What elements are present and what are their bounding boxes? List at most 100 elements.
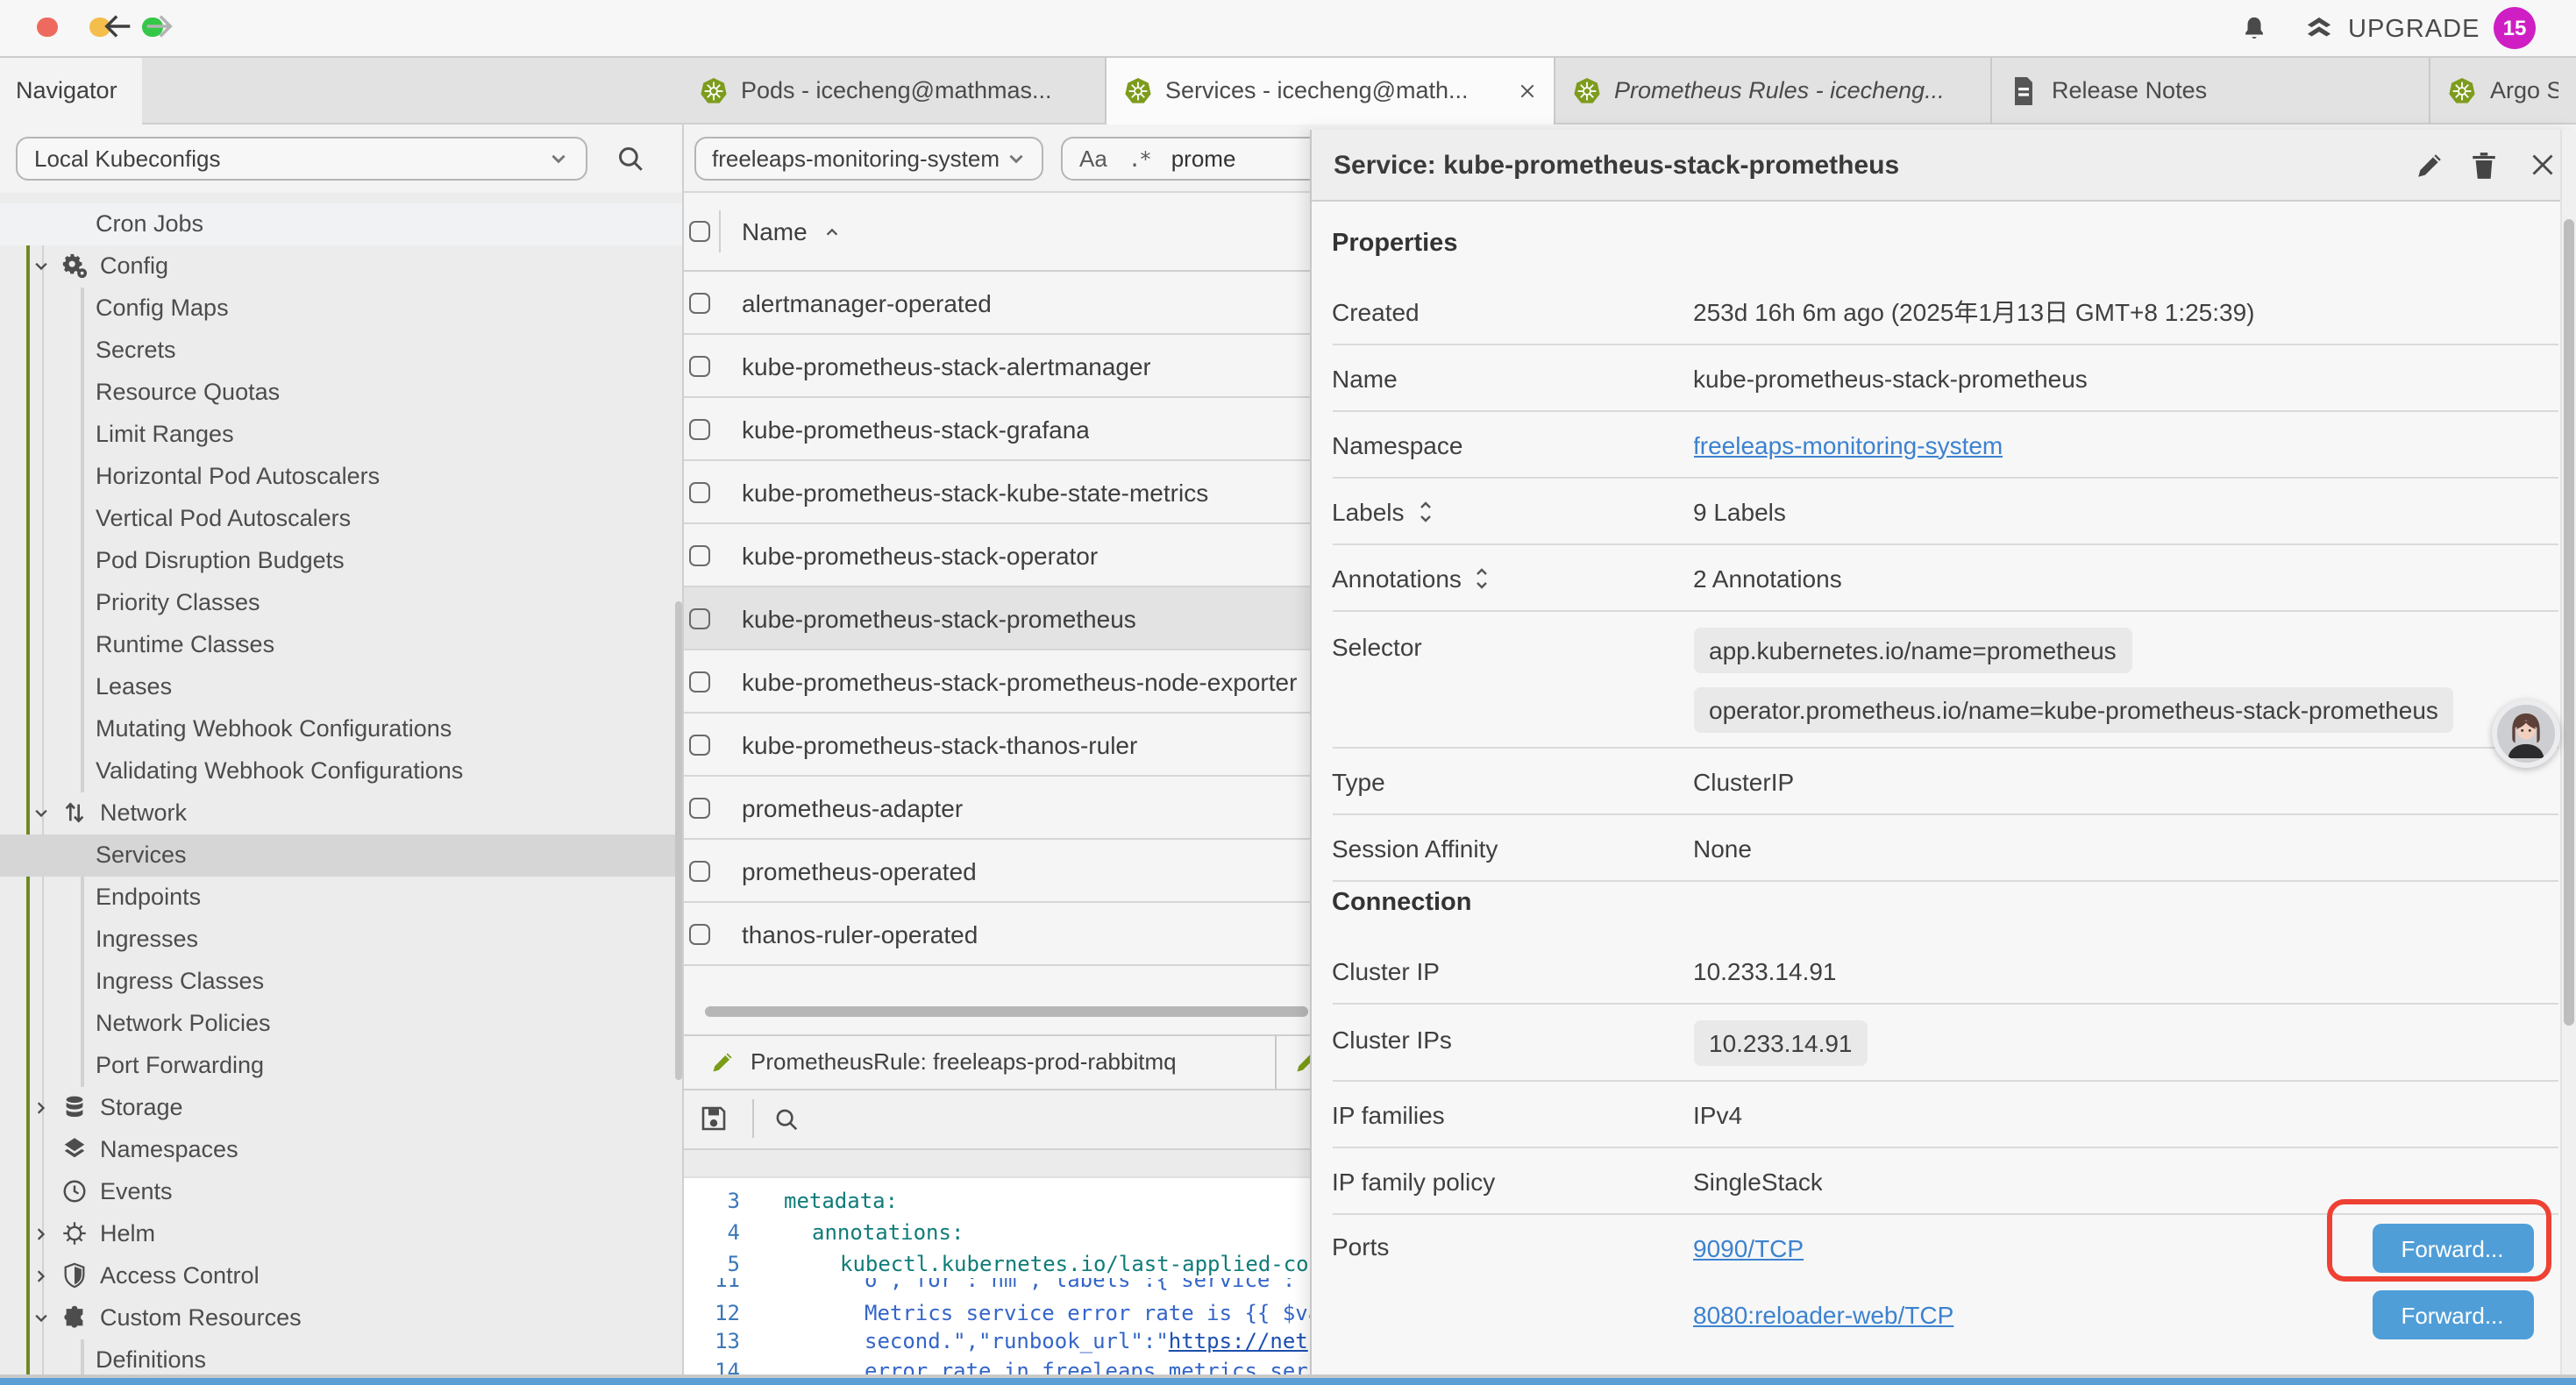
sort-icon[interactable] bbox=[1476, 565, 1490, 590]
table-row-kube-prometheus-stack-alertmanager[interactable]: kube-prometheus-stack-alertmanager bbox=[684, 335, 1309, 398]
chevron-down-icon[interactable] bbox=[30, 804, 53, 821]
tab-release-notes[interactable]: Release Notes bbox=[1992, 58, 2430, 124]
row-checkbox[interactable] bbox=[689, 418, 710, 439]
sidebar-item-validating-webhook-configurations[interactable]: Validating Webhook Configurations bbox=[0, 749, 682, 792]
horizontal-scrollbar-thumb[interactable] bbox=[705, 1005, 1308, 1016]
namespace-link[interactable]: freeleaps-monitoring-system bbox=[1693, 430, 2003, 458]
table-row-kube-prometheus-stack-prometheus[interactable]: kube-prometheus-stack-prometheus bbox=[684, 587, 1309, 650]
close-icon[interactable] bbox=[2530, 153, 2554, 177]
chevron-right-icon[interactable] bbox=[30, 1098, 53, 1116]
sidebar-item-helm[interactable]: Helm bbox=[0, 1212, 682, 1254]
chevron-spacer[interactable] bbox=[30, 1183, 53, 1200]
sort-icon[interactable] bbox=[1419, 499, 1433, 523]
chevron-spacer[interactable] bbox=[30, 1140, 53, 1158]
row-checkbox[interactable] bbox=[689, 860, 710, 881]
row-checkbox[interactable] bbox=[689, 544, 710, 565]
drawer-scrollbar-thumb[interactable] bbox=[2564, 219, 2574, 1026]
account-badge[interactable]: 15 bbox=[2494, 6, 2536, 48]
sidebar-item-custom-resources[interactable]: Custom Resources bbox=[0, 1296, 682, 1339]
code-line[interactable]: 3 metadata: bbox=[684, 1186, 1309, 1214]
sidebar-item-resource-quotas[interactable]: Resource Quotas bbox=[0, 371, 682, 413]
sidebar-item-access-control[interactable]: Access Control bbox=[0, 1254, 682, 1296]
tab-services-icecheng-math[interactable]: Services - icecheng@math... bbox=[1106, 58, 1555, 124]
forward-button[interactable]: Forward... bbox=[2372, 1290, 2533, 1339]
assistant-avatar[interactable] bbox=[2492, 700, 2560, 768]
sidebar-item-definitions[interactable]: Definitions bbox=[0, 1339, 682, 1378]
upgrade-button[interactable]: UPGRADE bbox=[2302, 14, 2480, 44]
table-row-kube-prometheus-stack-kube-state-metrics[interactable]: kube-prometheus-stack-kube-state-metrics bbox=[684, 461, 1309, 524]
window-close-button[interactable] bbox=[37, 17, 57, 37]
search-icon[interactable] bbox=[616, 143, 645, 173]
forward-button[interactable]: Forward... bbox=[2372, 1224, 2533, 1273]
chevron-down-icon[interactable] bbox=[30, 1309, 53, 1326]
sidebar-item-config[interactable]: Config bbox=[0, 245, 682, 287]
editor-tab-prometheusrule[interactable]: PrometheusRule: freeleaps-prod-rabbitmq bbox=[684, 1036, 1276, 1088]
tab-navigator[interactable]: Navigator bbox=[0, 58, 142, 124]
close-tab-icon[interactable] bbox=[1518, 82, 1535, 100]
sidebar-item-services[interactable]: Services bbox=[0, 834, 682, 876]
sidebar-item-cron-jobs[interactable]: Cron Jobs bbox=[0, 202, 682, 245]
back-arrow-icon[interactable] bbox=[102, 12, 135, 40]
editor-tab-next[interactable] bbox=[1276, 1036, 1309, 1088]
regex-toggle[interactable]: .* bbox=[1128, 146, 1150, 171]
notifications-bell-icon[interactable] bbox=[2241, 14, 2267, 42]
edit-pencil-icon[interactable] bbox=[2414, 151, 2444, 181]
sidebar-item-limit-ranges[interactable]: Limit Ranges bbox=[0, 413, 682, 455]
code-line[interactable]: 4 annotations: bbox=[684, 1218, 1309, 1246]
code-line[interactable]: 5 kubectl.kubernetes.io/last-applied-co bbox=[684, 1250, 1309, 1278]
code-line[interactable]: 11 o","for":"nm","labels":{"service": bbox=[684, 1278, 1309, 1294]
table-row-kube-prometheus-stack-thanos-ruler[interactable]: kube-prometheus-stack-thanos-ruler bbox=[684, 714, 1309, 777]
filter-input[interactable]: Aa .* prome bbox=[1060, 137, 1309, 181]
select-all-checkbox[interactable] bbox=[689, 221, 710, 242]
row-checkbox[interactable] bbox=[689, 797, 710, 818]
code-line[interactable]: 12 Metrics service error rate is {{ $va bbox=[684, 1298, 1309, 1326]
sidebar-item-namespaces[interactable]: Namespaces bbox=[0, 1128, 682, 1170]
row-checkbox[interactable] bbox=[689, 481, 710, 502]
find-icon[interactable] bbox=[773, 1106, 800, 1133]
sidebar-item-events[interactable]: Events bbox=[0, 1170, 682, 1212]
row-checkbox[interactable] bbox=[689, 734, 710, 755]
sidebar-item-leases[interactable]: Leases bbox=[0, 665, 682, 707]
sidebar-item-config-maps[interactable]: Config Maps bbox=[0, 287, 682, 329]
chevron-down-icon[interactable] bbox=[30, 257, 53, 274]
namespace-select[interactable]: freeleaps-monitoring-system bbox=[694, 137, 1043, 181]
tab-pods-icecheng-mathmas[interactable]: Pods - icecheng@mathmas... bbox=[681, 58, 1106, 124]
code-line[interactable]: 13 second.","runbook_url":"https://net bbox=[684, 1327, 1309, 1355]
yaml-editor[interactable]: 3 metadata: 4 annotations: 5 kubectl.kub… bbox=[684, 1178, 1309, 1378]
sidebar-item-runtime-classes[interactable]: Runtime Classes bbox=[0, 623, 682, 665]
row-checkbox[interactable] bbox=[689, 923, 710, 944]
kubeconfig-select[interactable]: Local Kubeconfigs bbox=[15, 137, 587, 181]
chevron-right-icon[interactable] bbox=[30, 1267, 53, 1284]
forward-arrow-icon[interactable] bbox=[142, 12, 175, 40]
runbook-url-link[interactable]: https://net bbox=[1169, 1329, 1308, 1353]
sidebar-item-pod-disruption-budgets[interactable]: Pod Disruption Budgets bbox=[0, 539, 682, 581]
port-link[interactable]: 9090/TCP bbox=[1693, 1234, 1804, 1262]
row-checkbox[interactable] bbox=[689, 292, 710, 313]
name-column-header[interactable]: Name bbox=[742, 217, 808, 245]
sort-ascending-icon[interactable] bbox=[823, 224, 843, 239]
tab-argo-se[interactable]: Argo Se bbox=[2430, 58, 2576, 124]
save-icon[interactable] bbox=[700, 1105, 728, 1133]
tab-prometheus-rules-icecheng[interactable]: Prometheus Rules - icecheng... bbox=[1555, 58, 1992, 124]
table-row-kube-prometheus-stack-prometheus-node-exporter[interactable]: kube-prometheus-stack-prometheus-node-ex… bbox=[684, 650, 1309, 714]
sidebar-item-network[interactable]: Network bbox=[0, 792, 682, 834]
sidebar-item-secrets[interactable]: Secrets bbox=[0, 329, 682, 371]
row-checkbox[interactable] bbox=[689, 671, 710, 692]
table-row-alertmanager-operated[interactable]: alertmanager-operated bbox=[684, 272, 1309, 335]
sidebar-item-vertical-pod-autoscalers[interactable]: Vertical Pod Autoscalers bbox=[0, 497, 682, 539]
sidebar-item-ingress-classes[interactable]: Ingress Classes bbox=[0, 960, 682, 1002]
table-row-kube-prometheus-stack-grafana[interactable]: kube-prometheus-stack-grafana bbox=[684, 398, 1309, 461]
table-row-kube-prometheus-stack-operator[interactable]: kube-prometheus-stack-operator bbox=[684, 524, 1309, 587]
sidebar-item-endpoints[interactable]: Endpoints bbox=[0, 876, 682, 918]
table-row-thanos-ruler-operated[interactable]: thanos-ruler-operated bbox=[684, 903, 1309, 966]
table-row-prometheus-operated[interactable]: prometheus-operated bbox=[684, 840, 1309, 903]
sidebar-item-priority-classes[interactable]: Priority Classes bbox=[0, 581, 682, 623]
sidebar-item-port-forwarding[interactable]: Port Forwarding bbox=[0, 1044, 682, 1086]
port-link[interactable]: 8080:reloader-web/TCP bbox=[1693, 1301, 1953, 1329]
sidebar-item-horizontal-pod-autoscalers[interactable]: Horizontal Pod Autoscalers bbox=[0, 455, 682, 497]
sidebar-item-mutating-webhook-configurations[interactable]: Mutating Webhook Configurations bbox=[0, 707, 682, 749]
table-row-prometheus-adapter[interactable]: prometheus-adapter bbox=[684, 777, 1309, 840]
sidebar-item-network-policies[interactable]: Network Policies bbox=[0, 1002, 682, 1044]
chevron-right-icon[interactable] bbox=[30, 1225, 53, 1242]
row-checkbox[interactable] bbox=[689, 355, 710, 376]
